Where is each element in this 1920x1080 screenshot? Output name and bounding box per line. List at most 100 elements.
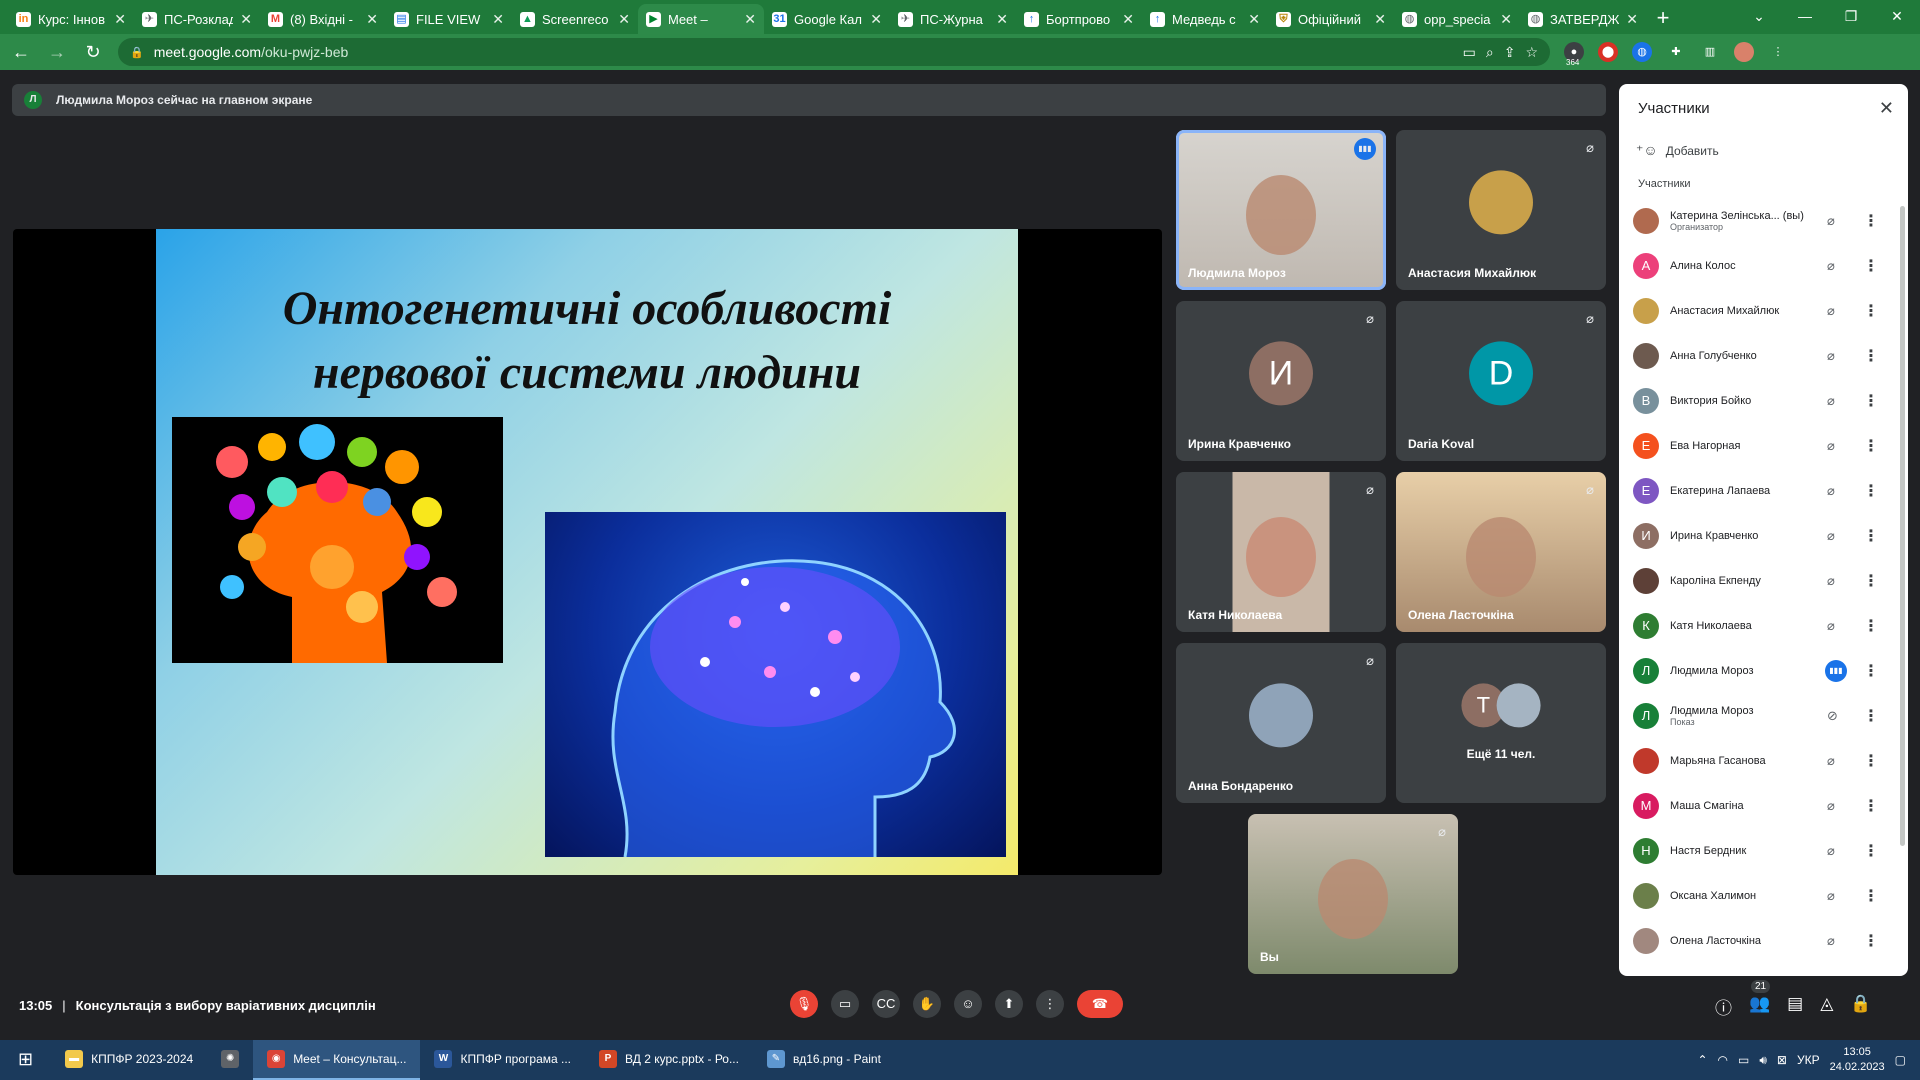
browser-tab[interactable]: ▶ Meet – ✕ [638, 4, 764, 34]
browser-tab[interactable]: 31 Google Кал ✕ [764, 4, 890, 34]
taskbar-app[interactable]: ◉ Meet – Консультац... [253, 1040, 421, 1080]
participant-more-icon[interactable]: ⋮ [1863, 391, 1879, 411]
mic-off-icon[interactable]: 🎙︎ [790, 990, 818, 1018]
participant-more-icon[interactable]: ⋮ [1863, 886, 1879, 906]
mic-off-icon[interactable]: ⌀ [1827, 888, 1835, 904]
participants-scrollbar[interactable] [1900, 206, 1905, 846]
mic-off-icon[interactable]: ⌀ [1827, 618, 1835, 634]
start-button[interactable]: ⊞ [0, 1040, 51, 1080]
mic-off-icon[interactable]: ⌀ [1827, 798, 1835, 814]
participant-row[interactable]: Н Настя Бердник ⌀ ⋮ [1633, 828, 1903, 873]
close-tab-icon[interactable]: ✕ [996, 11, 1008, 28]
close-panel-icon[interactable]: ✕ [1879, 98, 1894, 119]
participant-row[interactable]: В Виктория Бойко ⌀ ⋮ [1633, 378, 1903, 423]
more-participants-tile[interactable]: Т Ещё 11 чел. [1396, 643, 1606, 803]
language-indicator[interactable]: УКР [1797, 1053, 1820, 1067]
taskbar-app[interactable]: P ВД 2 курс.pptx - Ро... [585, 1040, 753, 1080]
participant-row[interactable]: Катерина Зелінська... (вы) Организатор ⌀ … [1633, 198, 1903, 243]
forward-button[interactable]: → [46, 42, 68, 63]
captions-icon[interactable]: CC [872, 990, 900, 1018]
notifications-icon[interactable]: ▢ [1895, 1053, 1906, 1067]
close-tab-icon[interactable]: ✕ [1248, 11, 1260, 28]
browser-tab[interactable]: ↑ Медведь с ✕ [1142, 4, 1268, 34]
participant-row[interactable]: Анна Голубченко ⌀ ⋮ [1633, 333, 1903, 378]
participant-more-icon[interactable]: ⋮ [1863, 751, 1879, 771]
participant-row[interactable]: Анастасия Михайлюк ⌀ ⋮ [1633, 288, 1903, 333]
participant-more-icon[interactable]: ⋮ [1863, 211, 1879, 231]
leave-call-button[interactable]: ☎ [1077, 990, 1123, 1018]
bookmark-star-icon[interactable]: ☆ [1525, 44, 1538, 61]
speaking-icon[interactable]: ▮▮▮ [1825, 659, 1847, 682]
mic-off-icon[interactable]: ⌀ [1827, 258, 1835, 274]
side-panel-icon[interactable]: ▥ [1700, 42, 1720, 62]
participant-row[interactable]: Оксана Халимон ⌀ ⋮ [1633, 873, 1903, 918]
browser-tab[interactable]: ✈ ПС-Журна ✕ [890, 4, 1016, 34]
browser-tab[interactable]: ✈ ПС-Розклад ✕ [134, 4, 260, 34]
participant-tile[interactable]: Катя Николаева ⌀ [1176, 472, 1386, 632]
meeting-details-icon[interactable]: ⓘ [1715, 994, 1732, 1019]
close-tab-icon[interactable]: ✕ [240, 11, 252, 28]
more-options-icon[interactable]: ⋮ [1036, 990, 1064, 1018]
participant-tile[interactable]: Анастасия Михайлюк ⌀ [1396, 130, 1606, 290]
new-tab-button[interactable]: + [1646, 4, 1680, 34]
participant-more-icon[interactable]: ⋮ [1863, 841, 1879, 861]
participant-row[interactable]: Е Екатерина Лапаева ⌀ ⋮ [1633, 468, 1903, 513]
participant-more-icon[interactable]: ⋮ [1863, 481, 1879, 501]
browser-tab[interactable]: in Курс: Іннов ✕ [8, 4, 134, 34]
mic-off-icon[interactable]: ⌀ [1827, 348, 1835, 364]
chat-icon[interactable]: ▤ [1787, 994, 1803, 1019]
taskbar-app[interactable]: ✺ [207, 1040, 253, 1080]
mic-off-icon[interactable]: ⌀ [1827, 573, 1835, 589]
mic-off-icon[interactable]: ⌀ [1827, 843, 1835, 859]
participant-more-icon[interactable]: ⋮ [1863, 931, 1879, 951]
participant-more-icon[interactable]: ⋮ [1863, 256, 1879, 276]
participant-row[interactable]: Марьяна Гасанова ⌀ ⋮ [1633, 738, 1903, 783]
browser-tab[interactable]: ▲ Screenreco ✕ [512, 4, 638, 34]
mic-off-icon[interactable]: ⌀ [1827, 303, 1835, 319]
participant-row[interactable]: Л Людмила Мороз ▮▮▮ ⋮ [1633, 648, 1903, 693]
share-icon[interactable]: ⇪ [1504, 44, 1516, 61]
close-window-button[interactable]: ✕ [1874, 0, 1920, 34]
taskbar-clock[interactable]: 13:05 24.02.2023 [1830, 1045, 1885, 1075]
present-off-icon[interactable]: ⊘ [1827, 708, 1838, 724]
close-tab-icon[interactable]: ✕ [618, 11, 630, 28]
extension-badge-icon[interactable]: ● 364 [1564, 42, 1584, 67]
zoom-icon[interactable]: ⌕ [1486, 44, 1494, 61]
browser-tab[interactable]: M (8) Вхідні - ✕ [260, 4, 386, 34]
tray-overflow-icon[interactable]: ⌃ [1697, 1053, 1707, 1067]
mic-off-icon[interactable]: ⌀ [1827, 528, 1835, 544]
close-tab-icon[interactable]: ✕ [366, 11, 378, 28]
participant-tile[interactable]: Анна Бондаренко ⌀ [1176, 643, 1386, 803]
browser-tab[interactable]: ⛨ Офіційний ✕ [1268, 4, 1394, 34]
mic-off-icon[interactable]: ⌀ [1827, 393, 1835, 409]
network-icon[interactable]: ⊠ [1777, 1053, 1787, 1067]
taskbar-app[interactable]: W КППФР програма ... [420, 1040, 585, 1080]
mic-off-icon[interactable]: ⌀ [1827, 753, 1835, 769]
back-button[interactable]: ← [10, 42, 32, 63]
close-tab-icon[interactable]: ✕ [1122, 11, 1134, 28]
people-icon[interactable]: 👥 21 [1749, 980, 1770, 1019]
participant-more-icon[interactable]: ⋮ [1863, 571, 1879, 591]
close-tab-icon[interactable]: ✕ [1626, 11, 1638, 28]
participant-tile[interactable]: Людмила Мороз ▮▮▮ [1176, 130, 1386, 290]
participant-more-icon[interactable]: ⋮ [1863, 706, 1879, 726]
browser-tab[interactable]: ↑ Бортпрово ✕ [1016, 4, 1142, 34]
participant-row[interactable]: М Маша Смагіна ⌀ ⋮ [1633, 783, 1903, 828]
mic-off-icon[interactable]: ⌀ [1827, 213, 1835, 229]
camera-icon[interactable]: ▭ [831, 990, 859, 1018]
participant-tile[interactable]: D Daria Koval ⌀ [1396, 301, 1606, 461]
extension-red-icon[interactable]: ⬤ [1598, 42, 1618, 62]
camera-blocked-icon[interactable]: ▭ [1463, 44, 1476, 61]
reactions-icon[interactable]: ☺ [954, 990, 982, 1018]
close-tab-icon[interactable]: ✕ [744, 11, 756, 28]
battery-icon[interactable]: ▭ [1738, 1053, 1749, 1067]
host-controls-icon[interactable]: 🔒 [1850, 994, 1871, 1019]
participant-row[interactable]: Кароліна Екпенду ⌀ ⋮ [1633, 558, 1903, 603]
participant-more-icon[interactable]: ⋮ [1863, 616, 1879, 636]
taskbar-app[interactable]: ✎ вд16.png - Paint [753, 1040, 895, 1080]
participant-more-icon[interactable]: ⋮ [1863, 436, 1879, 456]
close-tab-icon[interactable]: ✕ [1500, 11, 1512, 28]
participant-more-icon[interactable]: ⋮ [1863, 301, 1879, 321]
mic-off-icon[interactable]: ⌀ [1827, 483, 1835, 499]
add-people-button[interactable]: ⁺☺ Добавить [1636, 142, 1719, 159]
